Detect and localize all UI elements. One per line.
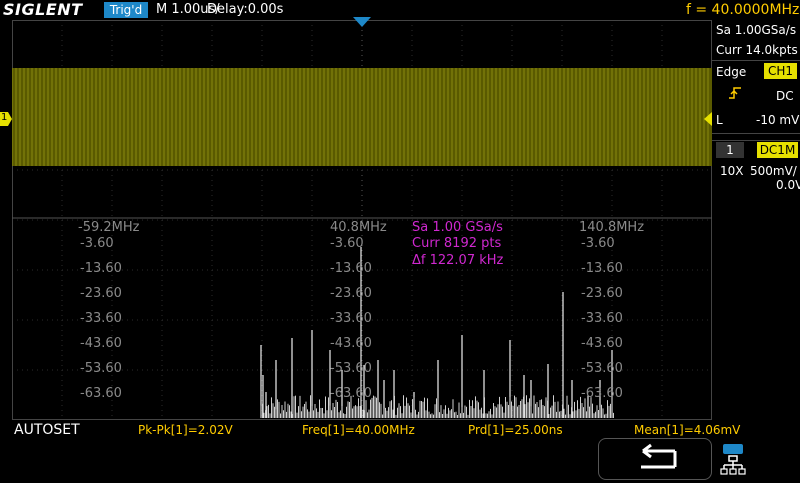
db-label: -13.60 bbox=[330, 261, 372, 276]
trigger-source-badge[interactable]: CH1 bbox=[764, 63, 797, 79]
db-label: -33.60 bbox=[330, 311, 372, 326]
trigger-coupling[interactable]: DC bbox=[776, 86, 794, 106]
measurement-mean[interactable]: Mean[1]=4.06mV bbox=[634, 422, 740, 438]
ch1-trace bbox=[12, 68, 712, 166]
channel-coupling-badge[interactable]: DC1M bbox=[757, 142, 798, 158]
delay-readout[interactable]: Delay:0.00s bbox=[207, 0, 283, 20]
trigger-level-label: L bbox=[716, 113, 723, 127]
fft-freq-right: 140.8MHz bbox=[579, 220, 645, 235]
sample-rate[interactable]: Sa 1.00GSa/s bbox=[716, 20, 796, 40]
trigger-level[interactable]: -10 mV bbox=[756, 110, 799, 130]
db-label: -23.60 bbox=[581, 286, 623, 301]
fft-freq-center: 40.8MHz bbox=[330, 220, 387, 235]
db-label: -53.60 bbox=[581, 361, 623, 376]
db-label: -33.60 bbox=[80, 311, 122, 326]
channel-offset[interactable]: 0.0V bbox=[776, 175, 800, 195]
fft-freq-left: -59.2MHz bbox=[78, 220, 140, 235]
db-label: -33.60 bbox=[581, 311, 623, 326]
db-label: -3.60 bbox=[581, 236, 615, 251]
db-label: -53.60 bbox=[330, 361, 372, 376]
memory-depth[interactable]: Curr 14.0kpts bbox=[716, 40, 798, 60]
db-label: -53.60 bbox=[80, 361, 122, 376]
back-arrow-icon bbox=[641, 443, 677, 469]
db-label: -3.60 bbox=[330, 236, 364, 251]
db-label: -3.60 bbox=[80, 236, 114, 251]
probe-attenuation[interactable]: 10X bbox=[720, 161, 744, 181]
channel-number[interactable]: 1 bbox=[716, 142, 744, 158]
db-label: -63.60 bbox=[80, 386, 122, 401]
fft-sample-rate: Sa 1.00 GSa/s bbox=[412, 220, 503, 235]
ch1-ground-marker[interactable]: 1 bbox=[0, 111, 12, 126]
db-label: -23.60 bbox=[330, 286, 372, 301]
network-icon[interactable] bbox=[720, 442, 746, 476]
back-button[interactable] bbox=[598, 438, 712, 480]
db-label: -63.60 bbox=[330, 386, 372, 401]
fft-points: Curr 8192 pts bbox=[412, 236, 502, 251]
db-label: -43.60 bbox=[80, 336, 122, 351]
db-label: -43.60 bbox=[330, 336, 372, 351]
db-label: -23.60 bbox=[80, 286, 122, 301]
frequency-counter: f = 40.0000MHz bbox=[686, 2, 800, 18]
fft-resolution: Δf 122.07 kHz bbox=[412, 253, 504, 268]
ch1-marker-label: 1 bbox=[1, 112, 8, 123]
db-label: -43.60 bbox=[581, 336, 623, 351]
db-label: -13.60 bbox=[80, 261, 122, 276]
measurement-pkpk[interactable]: Pk-Pk[1]=2.02V bbox=[138, 422, 233, 438]
measurement-freq[interactable]: Freq[1]=40.00MHz bbox=[302, 422, 415, 438]
trigger-status-badge[interactable]: Trig'd bbox=[104, 2, 148, 18]
rising-edge-icon bbox=[728, 86, 742, 107]
measurement-period[interactable]: Prd[1]=25.00ns bbox=[468, 422, 563, 438]
trigger-level-marker[interactable] bbox=[704, 112, 712, 126]
db-label: -13.60 bbox=[581, 261, 623, 276]
autoset-label[interactable]: AUTOSET bbox=[14, 421, 80, 439]
db-label: -63.60 bbox=[581, 386, 623, 401]
trigger-type[interactable]: Edge bbox=[716, 62, 746, 82]
trigger-position-marker[interactable] bbox=[353, 17, 371, 29]
brand-logo: SIGLENT bbox=[3, 0, 83, 19]
